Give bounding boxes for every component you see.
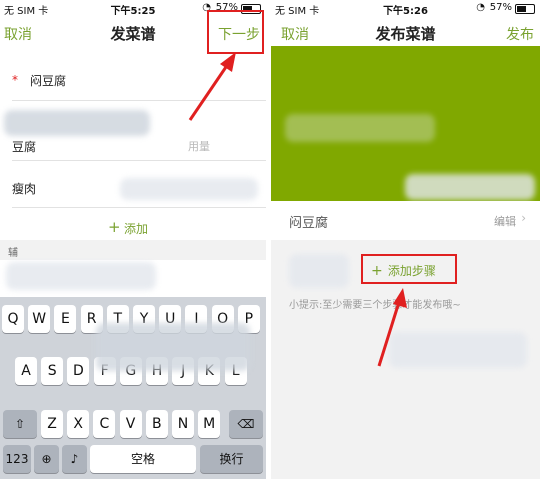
annotation-arrow <box>377 288 407 367</box>
right-screen: 无 SIM 卡 下午5:26 ◔ 57% 取消 发布菜谱 发布 闷豆腐 编辑 ›… <box>271 0 540 479</box>
annotation-arrow <box>188 52 236 121</box>
left-screen: 无 SIM 卡 下午5:25 ◔ 57% 取消 发菜谱 下一步 * 闷豆腐 豆腐… <box>0 0 266 479</box>
